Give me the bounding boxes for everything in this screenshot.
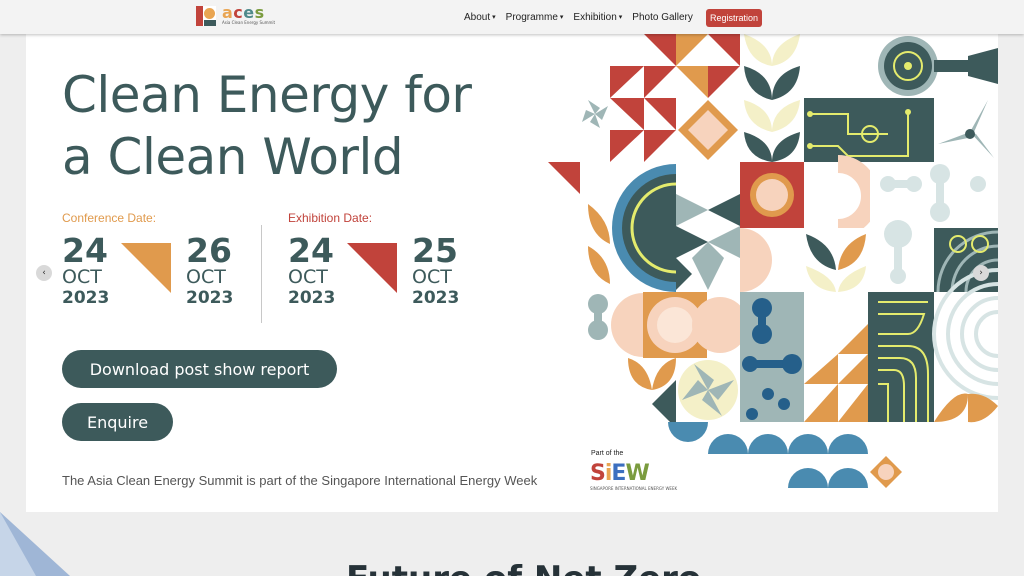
pinwheel-cream-tile [678, 360, 738, 420]
conference-start-date: 24 OCT 2023 [62, 231, 110, 308]
aces-logo[interactable]: aces Asia Clean Energy Summit [196, 5, 275, 26]
conference-end-date: 26 OCT 2023 [186, 231, 234, 308]
date-divider [261, 225, 262, 323]
conference-date-label: Conference Date: [62, 211, 157, 225]
peach-circles-tile [610, 292, 748, 358]
maze-lines-tile [868, 292, 934, 422]
logo-wordmark: aces [222, 3, 265, 22]
aces-logo-icon [196, 5, 216, 26]
menu-programme[interactable]: Programme ▾ [506, 12, 564, 23]
orange-triangle-icon [121, 243, 171, 293]
circuit-tile [804, 98, 934, 162]
section-title: Future of Net Zero [346, 559, 701, 576]
chevron-down-icon: ▾ [618, 14, 623, 21]
carousel-next-button[interactable]: › [973, 265, 989, 281]
exhibition-date-label: Exhibition Date: [288, 211, 373, 225]
geometric-artwork [548, 34, 998, 488]
exhibition-end-date: 25 OCT 2023 [412, 231, 460, 308]
main-menu: About ▾ Programme ▾ Exhibition ▾ Photo Gall… [464, 0, 693, 34]
menu-about[interactable]: About ▾ [464, 12, 496, 23]
blue-molecule-tile [740, 292, 804, 422]
orange-triangles-tile [676, 34, 740, 98]
exhibition-start-date: 24 OCT 2023 [288, 231, 336, 308]
chevron-down-icon: ▾ [492, 14, 496, 21]
top-nav: aces Asia Clean Energy Summit About ▾ Pro… [0, 0, 1024, 34]
windmill-tile [934, 98, 998, 162]
sun-tile [740, 162, 804, 228]
pinwheel-small [580, 98, 610, 132]
download-report-button[interactable]: Download post show report [62, 350, 337, 388]
wave-scallops [668, 422, 868, 488]
orange-staircase-tile [804, 292, 868, 422]
menu-photo-gallery[interactable]: Photo Gallery [632, 12, 693, 23]
carousel-prev-button[interactable]: ‹ [36, 265, 52, 281]
red-triangles-tile [610, 34, 676, 162]
siew-footnote: The Asia Clean Energy Summit is part of … [62, 473, 538, 488]
turbine-gear-tile [804, 34, 998, 98]
hero-headline: Clean Energy for a Clean World [62, 66, 472, 186]
corner-decoration [0, 512, 70, 576]
chevron-right-icon: › [979, 268, 983, 278]
red-triangle-icon [347, 243, 397, 293]
registration-button[interactable]: Registration [706, 9, 762, 27]
menu-exhibition[interactable]: Exhibition ▾ [573, 12, 622, 23]
chevron-left-icon: ‹ [42, 268, 46, 278]
enquire-button[interactable]: Enquire [62, 403, 173, 441]
leaf-tile [740, 34, 804, 164]
leaf-tile-2 [804, 228, 868, 292]
logo-subtitle: Asia Clean Energy Summit [222, 20, 276, 25]
chevron-down-icon: ▾ [559, 14, 564, 21]
